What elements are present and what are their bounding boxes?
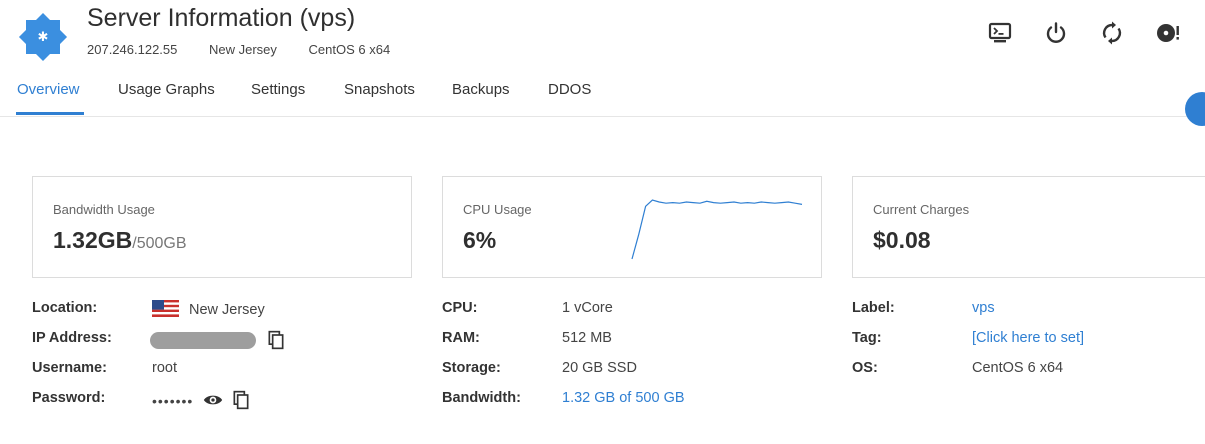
power-icon bbox=[1046, 22, 1066, 43]
monitor-icon bbox=[988, 22, 1012, 43]
page-title: Server Information (vps) bbox=[87, 4, 356, 32]
redacted-ip bbox=[150, 332, 256, 349]
set-tag-link[interactable]: [Click here to set] bbox=[972, 330, 1084, 346]
power-button[interactable] bbox=[1043, 20, 1069, 46]
password-value: ••••••• bbox=[152, 390, 251, 410]
current-charges-label: Current Charges bbox=[873, 202, 970, 217]
ip-address-text: 207.246.122.55 bbox=[87, 42, 178, 57]
copy-password-icon[interactable] bbox=[231, 390, 251, 410]
location-value: New Jersey bbox=[152, 300, 265, 318]
cpu-usage-value: 6% bbox=[463, 227, 497, 253]
access-info: Location: New Jersey IP Address: Usernam… bbox=[32, 300, 412, 420]
location-label: Location: bbox=[32, 300, 98, 316]
us-flag-icon bbox=[152, 300, 179, 317]
storage-value: 20 GB SSD bbox=[562, 360, 637, 376]
floating-action-button[interactable] bbox=[1185, 92, 1205, 126]
tab-backups[interactable]: Backups bbox=[452, 81, 510, 98]
ip-address-label: IP Address: bbox=[32, 330, 112, 346]
vultr-logo: ✱ bbox=[18, 12, 68, 62]
tab-bar: Overview Usage Graphs Settings Snapshots… bbox=[0, 68, 1205, 117]
svg-text:✱: ✱ bbox=[38, 30, 49, 45]
refresh-icon bbox=[1102, 21, 1122, 45]
tab-settings[interactable]: Settings bbox=[251, 81, 305, 98]
server-label-link[interactable]: vps bbox=[972, 300, 995, 316]
restart-button[interactable] bbox=[1099, 20, 1125, 46]
os-value: CentOS 6 x64 bbox=[972, 360, 1064, 376]
password-mask: ••••••• bbox=[152, 393, 194, 409]
cpu-sparkline-line bbox=[631, 199, 803, 260]
server-summary: 207.246.122.55 New Jersey CentOS 6 x64 bbox=[87, 42, 418, 57]
username-value: root bbox=[152, 360, 177, 376]
tab-ddos[interactable]: DDOS bbox=[548, 81, 591, 98]
copy-icon[interactable] bbox=[266, 330, 286, 350]
current-charges-card: Current Charges $0.08 bbox=[852, 176, 1205, 278]
os-text: CentOS 6 x64 bbox=[308, 42, 391, 57]
bandwidth-total: /500GB bbox=[132, 235, 187, 252]
cpu-usage-label: CPU Usage bbox=[463, 202, 532, 217]
ip-address-value bbox=[150, 330, 290, 350]
location-text: New Jersey bbox=[209, 42, 277, 57]
current-charges-value: $0.08 bbox=[873, 227, 931, 253]
storage-label: Storage: bbox=[442, 360, 501, 376]
reinstall-button[interactable] bbox=[1155, 20, 1181, 46]
username-label: Username: bbox=[32, 360, 107, 376]
password-label: Password: bbox=[32, 390, 106, 406]
resources-info: CPU: 1 vCore RAM: 512 MB Storage: 20 GB … bbox=[442, 300, 822, 420]
os-label: OS: bbox=[852, 360, 878, 376]
cpu-label: CPU: bbox=[442, 300, 478, 316]
cpu-usage-card: CPU Usage 6% bbox=[442, 176, 822, 278]
label-label: Label: bbox=[852, 300, 895, 316]
bandwidth-label: Bandwidth: bbox=[442, 390, 521, 406]
tag-label: Tag: bbox=[852, 330, 882, 346]
cpu-value: 1 vCore bbox=[562, 300, 613, 316]
tab-usage-graphs[interactable]: Usage Graphs bbox=[118, 81, 215, 98]
tab-overview[interactable]: Overview bbox=[17, 81, 80, 98]
server-meta-info: Label: vps Tag: [Click here to set] OS: … bbox=[852, 300, 1192, 390]
cpu-sparkline bbox=[631, 199, 803, 260]
location-text-value: New Jersey bbox=[189, 302, 265, 318]
bandwidth-used: 1.32GB bbox=[53, 227, 133, 253]
bandwidth-usage-value: 1.32GB/500GB bbox=[53, 227, 187, 254]
console-button[interactable] bbox=[987, 20, 1013, 46]
server-actions bbox=[987, 20, 1181, 46]
eye-icon[interactable] bbox=[203, 390, 223, 410]
ram-label: RAM: bbox=[442, 330, 480, 346]
disc-alert-icon bbox=[1157, 24, 1179, 42]
active-tab-indicator bbox=[16, 112, 84, 115]
bandwidth-usage-label: Bandwidth Usage bbox=[53, 202, 155, 217]
tab-snapshots[interactable]: Snapshots bbox=[344, 81, 415, 98]
bandwidth-link[interactable]: 1.32 GB of 500 GB bbox=[562, 390, 685, 406]
ram-value: 512 MB bbox=[562, 330, 612, 346]
bandwidth-usage-card: Bandwidth Usage 1.32GB/500GB bbox=[32, 176, 412, 278]
